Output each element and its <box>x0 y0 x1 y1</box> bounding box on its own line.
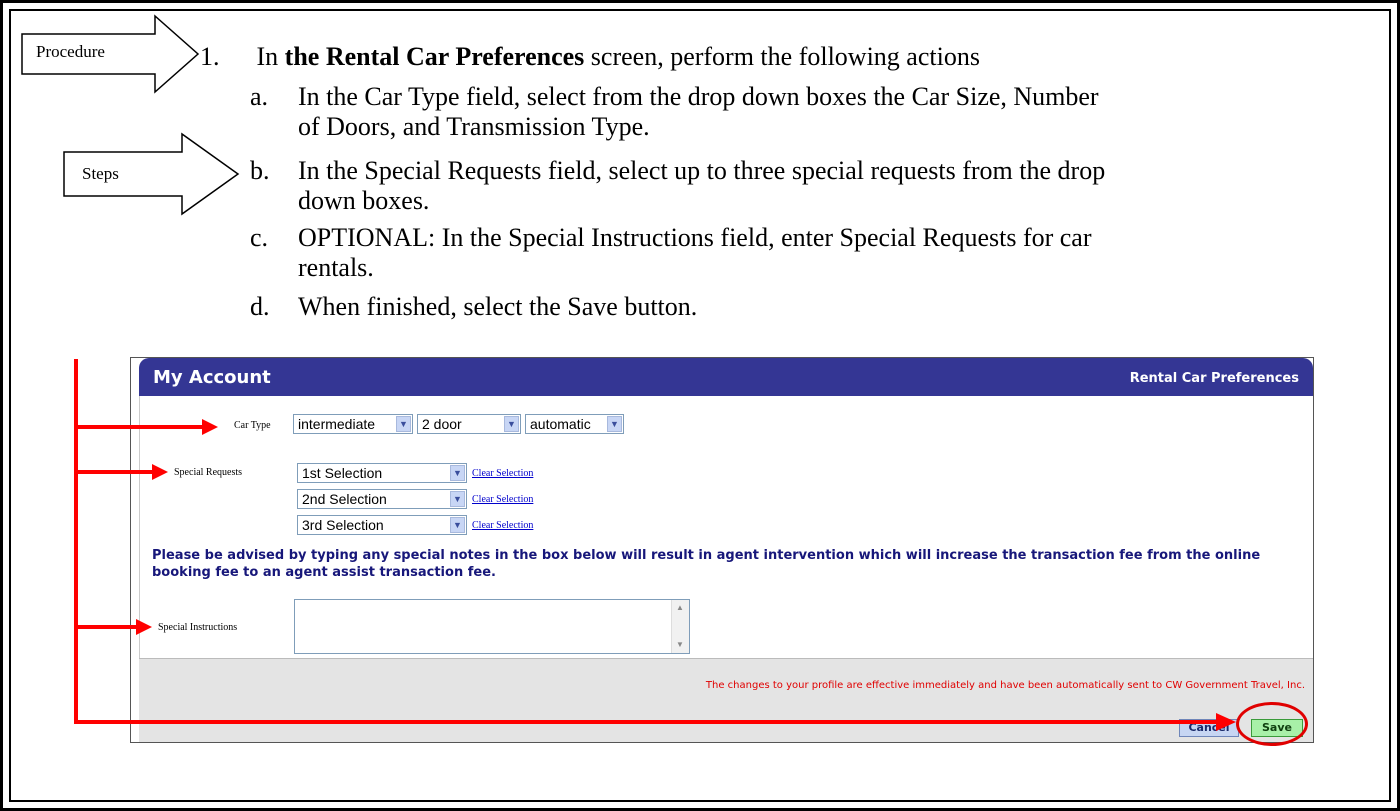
procedure-label: Procedure <box>36 42 105 61</box>
car-transmission-select[interactable]: automatic ▼ <box>525 414 624 434</box>
agent-fee-notice: Please be advised by typing any special … <box>152 548 1261 580</box>
panel-header: My Account Rental Car Preferences <box>139 358 1313 396</box>
clear-selection-2-link[interactable]: Clear Selection <box>472 494 533 505</box>
special-requests-label: Special Requests <box>174 467 243 478</box>
special-request-3-select[interactable]: 3rd Selection ▼ <box>297 515 467 535</box>
arrow-right-icon <box>1216 713 1236 731</box>
steps-label: Steps <box>82 164 119 183</box>
car-size-select[interactable]: intermediate ▼ <box>293 414 413 434</box>
substep-b-text: In the Special Requests field, select up… <box>298 156 1106 215</box>
special-request-2-value: 2nd Selection <box>302 491 387 507</box>
annotation-line-special-instructions <box>74 625 140 629</box>
clear-selection-3-link[interactable]: Clear Selection <box>472 520 533 531</box>
annotation-line-special-requests <box>74 470 158 474</box>
substep-c-letter: c. <box>250 223 269 252</box>
annotation-line-car-type <box>74 425 210 429</box>
scroll-up-icon[interactable]: ▲ <box>674 602 686 614</box>
arrow-right-icon <box>152 464 168 480</box>
car-size-value: intermediate <box>298 416 376 432</box>
special-instructions-textarea[interactable]: ▲ ▼ <box>294 599 690 654</box>
scroll-down-icon[interactable]: ▼ <box>674 639 686 651</box>
chevron-down-icon: ▼ <box>607 416 622 432</box>
substep-a-letter: a. <box>250 82 269 111</box>
special-request-2-select[interactable]: 2nd Selection ▼ <box>297 489 467 509</box>
panel-footer: The changes to your profile are effectiv… <box>139 658 1313 742</box>
chevron-down-icon: ▼ <box>504 416 519 432</box>
annotation-vertical-line <box>74 359 78 724</box>
step-1-pre: In <box>256 42 285 71</box>
step-1-number: 1. <box>200 42 220 71</box>
special-request-1-select[interactable]: 1st Selection ▼ <box>297 463 467 483</box>
textarea-scrollbar[interactable]: ▲ ▼ <box>671 600 689 653</box>
car-transmission-value: automatic <box>530 416 591 432</box>
step-1-post: screen, perform the following actions <box>584 42 980 71</box>
save-button-highlight <box>1236 702 1308 746</box>
car-doors-value: 2 door <box>422 416 462 432</box>
step-1: 1. In the Rental Car Preferences screen,… <box>200 42 980 72</box>
steps-callout: Steps <box>62 132 242 221</box>
step-1-screen-name: the Rental Car Preferences <box>284 42 585 71</box>
substep-c-text: OPTIONAL: In the Special Instructions fi… <box>298 223 1092 282</box>
substep-b-letter: b. <box>250 156 270 185</box>
profile-update-message: The changes to your profile are effectiv… <box>705 680 1305 691</box>
arrow-right-icon <box>202 419 218 435</box>
special-request-1-value: 1st Selection <box>302 465 383 481</box>
page-title: My Account <box>153 367 271 388</box>
chevron-down-icon: ▼ <box>396 416 411 432</box>
special-instructions-label: Special Instructions <box>158 622 238 633</box>
chevron-down-icon: ▼ <box>450 491 465 507</box>
clear-selection-1-link[interactable]: Clear Selection <box>472 468 533 479</box>
chevron-down-icon: ▼ <box>450 517 465 533</box>
substep-d-letter: d. <box>250 292 270 321</box>
chevron-down-icon: ▼ <box>450 465 465 481</box>
page-subtitle: Rental Car Preferences <box>1129 371 1299 386</box>
substep-a-text: In the Car Type field, select from the d… <box>298 82 1099 141</box>
procedure-callout: Procedure <box>20 14 200 99</box>
car-doors-select[interactable]: 2 door ▼ <box>417 414 521 434</box>
annotation-line-save <box>74 720 1224 724</box>
special-request-3-value: 3rd Selection <box>302 517 384 533</box>
car-type-label: Car Type <box>234 420 271 431</box>
substep-d-text: When finished, select the Save button. <box>298 292 698 321</box>
arrow-right-icon <box>136 619 152 635</box>
